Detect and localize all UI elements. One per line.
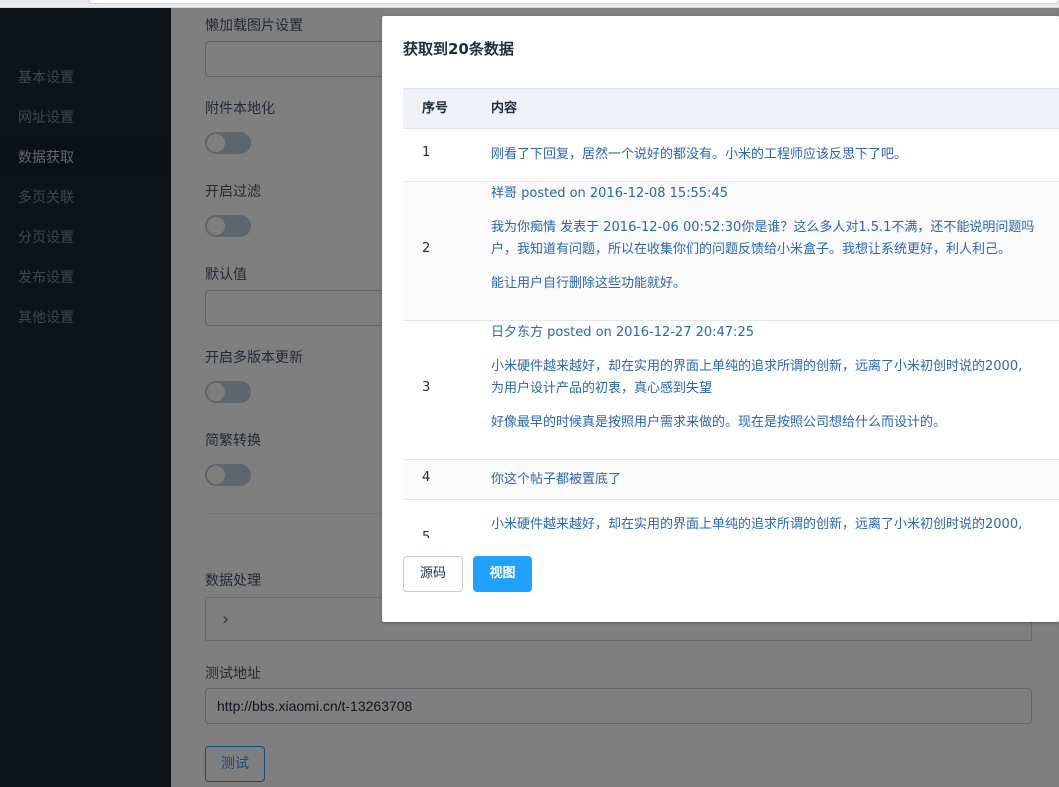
row-content-line: 为用户设计产品的初衷，真心感到失望 [491, 381, 713, 396]
browser-top-strip [0, 0, 1059, 8]
row-index: 1 [422, 145, 431, 160]
table-row: 2 祥哥 posted on 2016-12-08 15:55:45 我为你痴情… [403, 182, 1059, 321]
table-row: 4 你这个帖子都被置底了 [403, 460, 1059, 500]
result-table: 序号 内容 1 刚看了下回复，居然一个说好的都没有。小米的工程师应该反思下了吧。… [403, 88, 1059, 538]
table-header: 序号 内容 [403, 89, 1059, 129]
table-row: 3 日夕东方 posted on 2016-12-27 20:47:25 小米硬… [403, 321, 1059, 460]
row-content: 你这个帖子都被置底了 [491, 469, 1059, 491]
row-content-line: 好像最早的时候真是按照用户需求来做的。现在是按照公司想给什么而设计的。 [491, 415, 947, 430]
row-index: 3 [422, 380, 431, 395]
row-content-line: 日夕东方 posted on 2016-12-27 20:47:25 [491, 325, 754, 340]
row-content-line: 小米硬件越来越好，却在实用的界面上单纯的追求所谓的创新，远离了小米初创时说的20… [491, 359, 1023, 374]
row-index: 4 [422, 470, 431, 485]
column-header-index: 序号 [422, 101, 449, 116]
browser-url-bar[interactable] [88, 0, 1059, 4]
row-index: 2 [422, 241, 431, 256]
row-index: 5 [422, 530, 431, 538]
table-row: 1 刚看了下回复，居然一个说好的都没有。小米的工程师应该反思下了吧。 [403, 129, 1059, 182]
row-content: 小米硬件越来越好，却在实用的界面上单纯的追求所谓的创新，远离了小米初创时说的20… [491, 514, 1059, 536]
row-content-line: 祥哥 posted on 2016-12-08 15:55:45 [491, 186, 728, 201]
result-dialog: 获取到20条数据 序号 内容 1 刚看了下回复，居然一个说好的都没有。小米的工程… [382, 16, 1059, 622]
source-button[interactable]: 源码 [403, 556, 463, 592]
table-row: 5 小米硬件越来越好，却在实用的界面上单纯的追求所谓的创新，远离了小米初创时说的… [403, 500, 1059, 538]
row-content-line: 你这个帖子都被置底了 [491, 472, 622, 487]
row-content-line: 刚看了下回复，居然一个说好的都没有。小米的工程师应该反思下了吧。 [491, 147, 908, 162]
row-content: 日夕东方 posted on 2016-12-27 20:47:25 小米硬件越… [491, 322, 1059, 434]
row-content: 祥哥 posted on 2016-12-08 15:55:45 我为你痴情 发… [491, 183, 1059, 295]
row-content-line: 能让用户自行删除这些功能就好。 [491, 276, 687, 291]
row-content-line: 我为你痴情 发表于 2016-12-06 00:52:30你是谁？这么多人对1.… [491, 220, 1035, 235]
row-content-line: 小米硬件越来越好，却在实用的界面上单纯的追求所谓的创新，远离了小米初创时说的20… [491, 517, 1023, 532]
row-content-line: 户，我知道有问题，所以在收集你们的问题反馈给小米盒子。我想让系统更好，利人利己。 [491, 242, 1012, 257]
dialog-title: 获取到20条数据 [403, 40, 514, 58]
row-content: 刚看了下回复，居然一个说好的都没有。小米的工程师应该反思下了吧。 [491, 144, 1059, 166]
column-header-content: 内容 [491, 101, 518, 116]
view-button[interactable]: 视图 [473, 556, 532, 592]
